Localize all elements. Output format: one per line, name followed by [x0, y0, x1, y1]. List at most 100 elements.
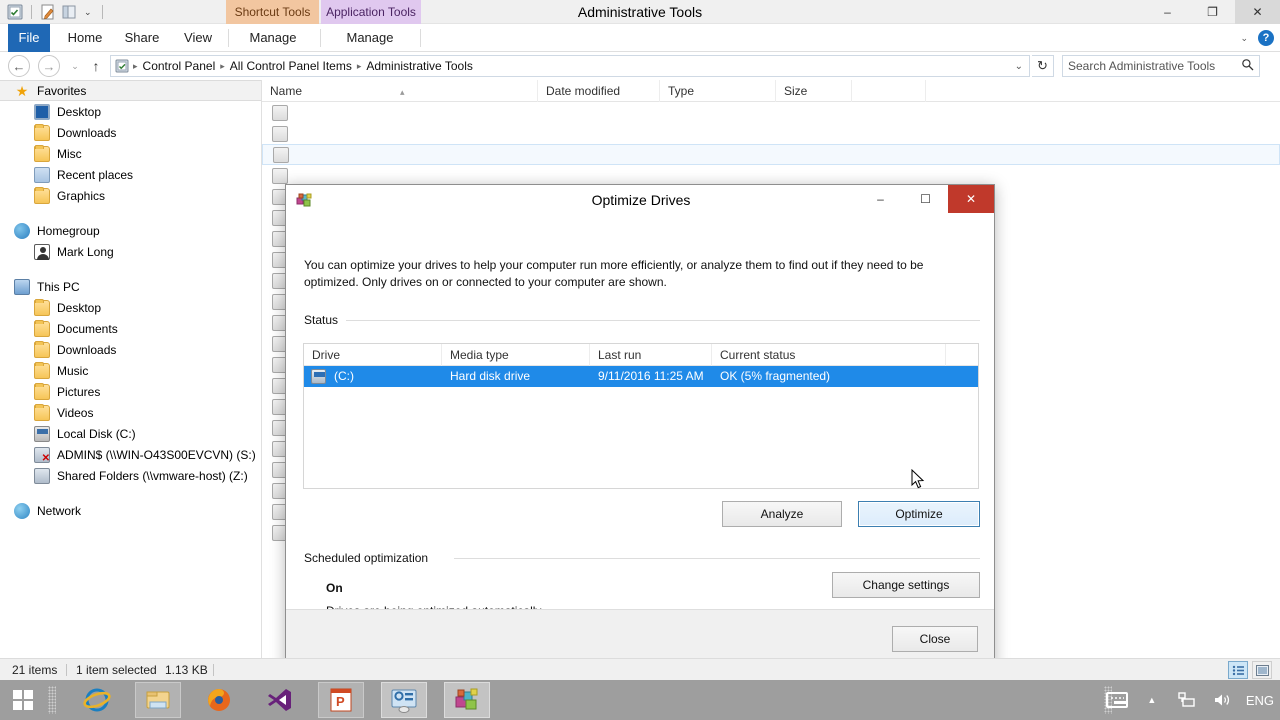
drives-table[interactable]: Drive Media type Last run Current status… [303, 343, 979, 489]
search-placeholder: Search Administrative Tools [1068, 59, 1216, 73]
window-controls: – ❐ ✕ [1145, 0, 1280, 24]
sidebar-item-this-pc[interactable]: This PC [0, 276, 261, 297]
analyze-button[interactable]: Analyze [722, 501, 842, 527]
sidebar-item-local-disk-c[interactable]: Local Disk (C:) [0, 423, 261, 444]
tab-manage-application[interactable]: Manage [322, 24, 418, 52]
list-item[interactable] [262, 165, 1280, 186]
volume-icon[interactable] [1211, 691, 1233, 709]
sidebar-item-music[interactable]: Music [0, 360, 261, 381]
shortcut-icon [272, 104, 288, 121]
refresh-button[interactable]: ↻ [1032, 55, 1054, 77]
sidebar-item-documents[interactable]: Documents [0, 318, 261, 339]
close-button[interactable]: ✕ [1235, 0, 1280, 24]
taskbar-internet-explorer-button[interactable] [74, 682, 120, 718]
folder-documents-icon [34, 319, 50, 337]
sidebar-item-misc[interactable]: Misc [0, 143, 261, 164]
taskbar-firefox-button[interactable] [196, 682, 242, 718]
taskbar-powerpoint-button[interactable]: P [318, 682, 364, 718]
sidebar-item-videos[interactable]: Videos [0, 402, 261, 423]
list-item[interactable] [262, 144, 1280, 165]
sidebar-item-desktop-fav[interactable]: Desktop [0, 101, 261, 122]
column-header-name[interactable]: Name ▴ [262, 80, 538, 102]
table-row[interactable]: (C:) Hard disk drive 9/11/2016 11:25 AM … [304, 366, 978, 387]
dialog-maximize-button[interactable]: ☐ [903, 185, 948, 213]
ribbon-collapse-chevron-icon[interactable]: ⌄ [1240, 33, 1248, 44]
list-item[interactable] [262, 102, 1280, 123]
column-header-type[interactable]: Type [660, 80, 776, 102]
change-settings-button[interactable]: Change settings [832, 572, 980, 598]
column-header-size[interactable]: Size [776, 80, 852, 102]
sidebar-item-graphics[interactable]: Graphics [0, 185, 261, 206]
taskbar: P ▲ ENG [0, 680, 1280, 720]
breadcrumb-item-administrative-tools[interactable]: Administrative Tools [362, 59, 477, 73]
window-title: Administrative Tools [577, 4, 703, 20]
sidebar-item-mark-long[interactable]: Mark Long [0, 241, 261, 262]
taskbar-grip[interactable] [48, 686, 56, 714]
dialog-minimize-button[interactable]: – [858, 185, 903, 213]
tab-view[interactable]: View [170, 24, 226, 52]
language-indicator[interactable]: ENG [1246, 693, 1274, 708]
shortcut-icon [272, 125, 288, 142]
drives-column-current-status[interactable]: Current status [712, 344, 946, 366]
sidebar-item-pictures[interactable]: Pictures [0, 381, 261, 402]
status-group-divider [346, 320, 980, 321]
sidebar-item-downloads-fav[interactable]: Downloads [0, 122, 261, 143]
sidebar-item-homegroup[interactable]: Homegroup [0, 220, 261, 241]
large-icons-view-icon[interactable] [1252, 661, 1272, 679]
breadcrumb-item-control-panel[interactable]: Control Panel [139, 59, 220, 73]
sidebar-label-this-pc: This PC [37, 279, 80, 294]
folder-music-icon [34, 361, 50, 379]
sidebar-item-downloads-pc[interactable]: Downloads [0, 339, 261, 360]
column-header-date-modified[interactable]: Date modified [538, 80, 660, 102]
details-view-icon[interactable] [1228, 661, 1248, 679]
close-dialog-button[interactable]: Close [892, 626, 978, 652]
window-titlebar: ⌄ Shortcut Tools Application Tools Admin… [0, 0, 1280, 24]
drives-column-drive[interactable]: Drive [304, 344, 442, 366]
breadcrumb-item-all-control-panel-items[interactable]: All Control Panel Items [226, 59, 356, 73]
taskbar-optimize-drives-button[interactable] [444, 682, 490, 718]
search-input[interactable]: Search Administrative Tools [1062, 55, 1260, 77]
help-icon[interactable]: ? [1258, 30, 1274, 46]
network-tray-icon[interactable] [1176, 691, 1198, 709]
sidebar-label: ADMIN$ (\\WIN-O43S00EVCVN) (S:) [57, 447, 256, 462]
sidebar-item-admin-share[interactable]: ADMIN$ (\\WIN-O43S00EVCVN) (S:) [0, 444, 261, 465]
column-header-extra[interactable] [852, 80, 926, 102]
breadcrumb-control-panel-icon [115, 59, 130, 74]
start-button[interactable] [0, 680, 46, 720]
dialog-close-button[interactable]: ✕ [948, 185, 994, 213]
up-button[interactable]: ↑ [86, 55, 106, 77]
drives-column-last-run[interactable]: Last run [590, 344, 712, 366]
drives-column-media-type[interactable]: Media type [442, 344, 590, 366]
search-icon[interactable] [1241, 58, 1254, 74]
keyboard-icon[interactable] [1105, 691, 1128, 709]
tab-file[interactable]: File [8, 24, 50, 52]
address-dropdown-chevron-icon[interactable]: ⌄ [1015, 61, 1025, 72]
taskbar-file-explorer-button[interactable] [135, 682, 181, 718]
sidebar-item-shared-folders[interactable]: Shared Folders (\\vmware-host) (Z:) [0, 465, 261, 486]
breadcrumb[interactable]: ▸ Control Panel ▸ All Control Panel Item… [110, 55, 1030, 77]
recent-locations-chevron-icon[interactable]: ⌄ [66, 55, 84, 77]
tab-home[interactable]: Home [56, 24, 114, 52]
tab-share[interactable]: Share [114, 24, 170, 52]
navigation-pane[interactable]: ★ Favorites Desktop Downloads Misc Recen… [0, 80, 262, 658]
sidebar-item-network[interactable]: Network [0, 500, 261, 521]
address-bar: ← → ⌄ ↑ ▸ Control Panel ▸ All Control Pa… [0, 52, 1280, 80]
tab-manage-shortcut[interactable]: Manage [229, 24, 317, 52]
sidebar-item-favorites[interactable]: ★ Favorites [0, 80, 261, 101]
sidebar-item-recent-places[interactable]: Recent places [0, 164, 261, 185]
optimize-button[interactable]: Optimize [858, 501, 980, 527]
sidebar-item-desktop-pc[interactable]: Desktop [0, 297, 261, 318]
back-button[interactable]: ← [8, 55, 30, 77]
minimize-button[interactable]: – [1145, 0, 1190, 24]
sidebar-label: Desktop [57, 300, 102, 315]
forward-button[interactable]: → [38, 55, 60, 77]
taskbar-visual-studio-button[interactable] [257, 682, 303, 718]
show-hidden-icons-button[interactable]: ▲ [1141, 691, 1163, 709]
list-item[interactable] [262, 123, 1280, 144]
maximize-button[interactable]: ❐ [1190, 0, 1235, 24]
taskbar-control-panel-button[interactable] [381, 682, 427, 718]
file-list-column-headers: Name ▴ Date modified Type Size [262, 80, 1280, 102]
sort-ascending-icon: ▴ [400, 87, 405, 97]
